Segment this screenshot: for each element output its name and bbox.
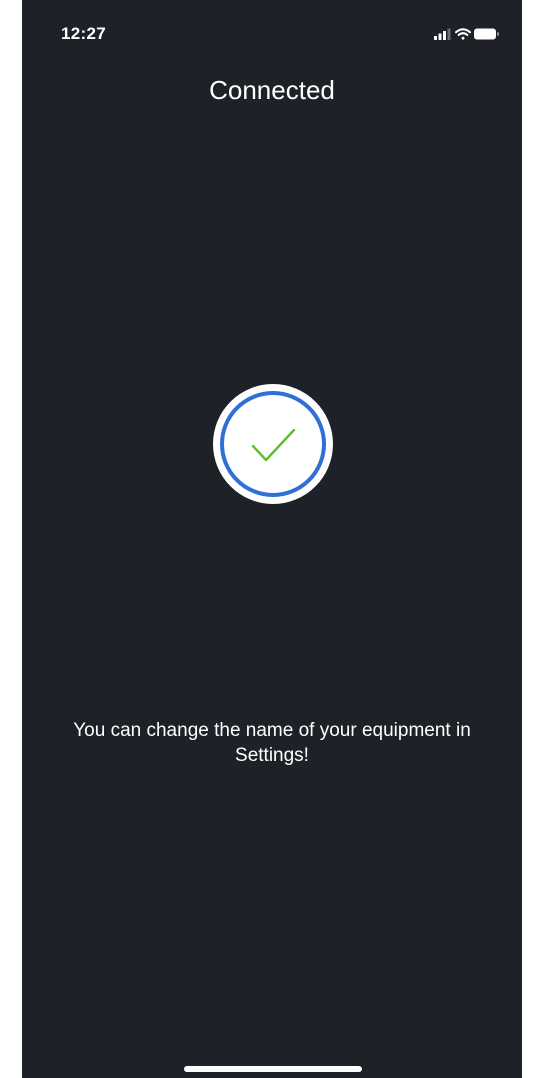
indicator-outer-circle [213,384,333,504]
battery-icon [474,28,499,40]
rename-equipment-message: You can change the name of your equipmen… [73,720,471,766]
home-indicator[interactable] [184,1066,362,1072]
status-time: 12:27 [61,24,106,43]
page-title: Connected [209,75,335,105]
wifi-icon [455,28,471,40]
app-screen: 12:27 Connected You can change the name … [22,0,522,1078]
status-icons [434,28,499,40]
cellular-signal-icon [434,28,451,40]
status-bar: 12:27 [22,0,522,60]
connected-status-indicator [213,384,333,504]
